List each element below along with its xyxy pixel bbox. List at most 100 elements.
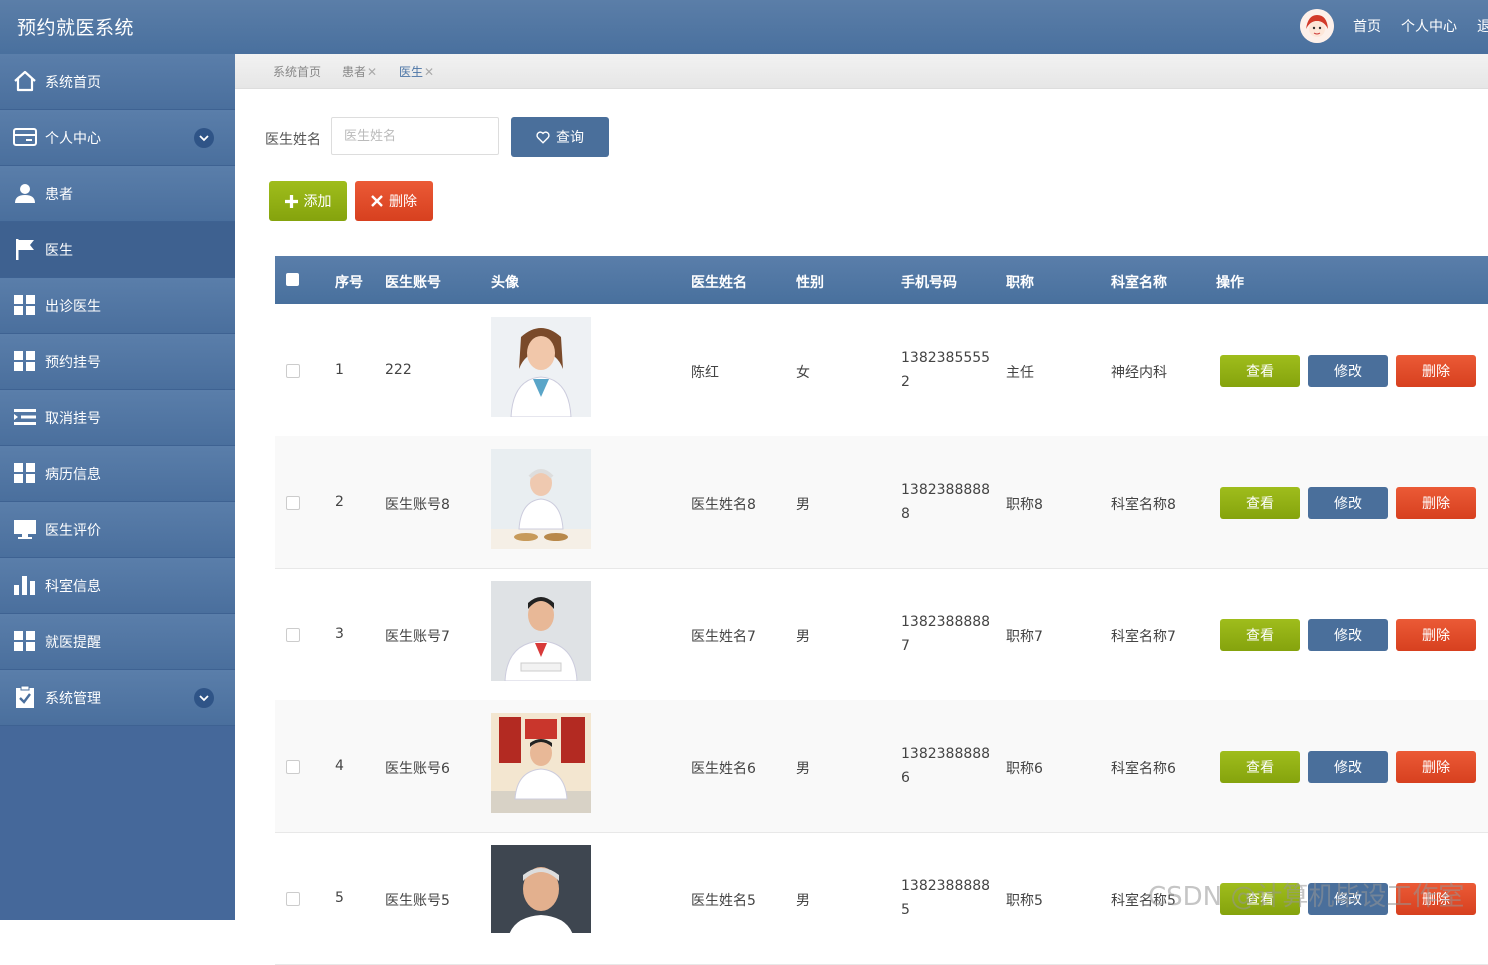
sidebar-item-appointment[interactable]: 预约挂号 (0, 334, 235, 390)
watermark: CSDN @计算机毕设工作室 (1148, 882, 1465, 912)
sidebar-item-label: 病历信息 (45, 467, 101, 483)
edit-button[interactable]: 修改 (1308, 751, 1388, 783)
crumb-doctor[interactable]: 医生✕ (399, 63, 434, 80)
cell-index: 4 (335, 758, 344, 774)
view-button[interactable]: 查看 (1220, 487, 1300, 519)
delete-button[interactable]: 删除 (1396, 751, 1476, 783)
chevron-down-icon[interactable] (194, 128, 214, 148)
sidebar-item-label: 科室信息 (45, 579, 101, 595)
crumb-patient[interactable]: 患者✕ (342, 63, 377, 80)
cell-name: 医生姓名6 (691, 761, 756, 777)
delete-button[interactable]: 删除 (1396, 619, 1476, 651)
top-bar: 预约就医系统 首页 个人中心 退 (0, 0, 1488, 54)
edit-button[interactable]: 修改 (1308, 619, 1388, 651)
search-label: 医生姓名 (265, 132, 321, 148)
col-account: 医生账号 (385, 275, 441, 291)
grid-icon (14, 631, 35, 651)
table-row: 2 医生账号8 医生姓名8 男 1382388888 8 职称8 科室名称8 查看… (275, 436, 1488, 569)
bar-chart-icon (14, 576, 35, 595)
top-nav-profile[interactable]: 个人中心 (1401, 16, 1457, 36)
sidebar-item-label: 个人中心 (45, 131, 101, 147)
top-nav-logout[interactable]: 退 (1477, 16, 1488, 36)
doctor-name-search-input[interactable] (331, 117, 499, 155)
cell-account: 医生账号7 (385, 629, 450, 645)
sidebar-item-doctor-review[interactable]: 医生评价 (0, 502, 235, 558)
cell-dept: 科室名称7 (1111, 629, 1176, 645)
row-checkbox[interactable] (286, 628, 300, 642)
col-title: 职称 (1006, 275, 1034, 291)
top-nav-home[interactable]: 首页 (1353, 16, 1381, 36)
close-icon[interactable]: ✕ (424, 65, 434, 79)
sidebar-item-medical-record[interactable]: 病历信息 (0, 446, 235, 502)
select-all-checkbox[interactable] (286, 273, 299, 286)
delete-button[interactable]: 删除 (1396, 487, 1476, 519)
list-indent-icon (14, 409, 36, 425)
cell-account: 医生账号8 (385, 497, 450, 513)
sidebar-item-doctor[interactable]: 医生 (0, 222, 235, 278)
cell-phone: 1382388888 5 (901, 878, 991, 918)
cell-dept: 科室名称8 (1111, 497, 1176, 513)
view-button[interactable]: 查看 (1220, 619, 1300, 651)
close-icon[interactable]: ✕ (367, 65, 377, 79)
sidebar-item-department[interactable]: 科室信息 (0, 558, 235, 614)
cell-gender: 男 (796, 629, 810, 645)
cell-dept: 科室名称6 (1111, 761, 1176, 777)
row-checkbox[interactable] (286, 364, 300, 378)
user-icon (15, 184, 35, 203)
cell-name: 陈红 (691, 365, 719, 381)
crumb-home[interactable]: 系统首页 (273, 63, 321, 80)
doctor-avatar-photo (491, 449, 591, 549)
cell-phone: 1382388888 8 (901, 482, 991, 522)
query-button[interactable]: 查询 (511, 117, 609, 157)
sidebar-item-patient[interactable]: 患者 (0, 166, 235, 222)
sidebar-item-label: 就医提醒 (45, 635, 101, 651)
cell-account: 222 (385, 362, 412, 378)
cell-index: 3 (335, 626, 344, 642)
sidebar-item-label: 患者 (45, 187, 73, 203)
delete-button[interactable]: 删除 (1396, 355, 1476, 387)
grid-icon (14, 295, 35, 315)
monitor-icon (14, 520, 36, 539)
table-row: 3 医生账号7 医生姓名7 男 1382388888 7 职称7 科室名称7 查看… (275, 568, 1488, 701)
view-button[interactable]: 查看 (1220, 355, 1300, 387)
cell-gender: 女 (796, 365, 810, 381)
cell-phone: 1382385555 2 (901, 350, 991, 390)
row-checkbox[interactable] (286, 760, 300, 774)
sidebar-item-cancel-appointment[interactable]: 取消挂号 (0, 390, 235, 446)
sidebar-item-home[interactable]: 系统首页 (0, 54, 235, 110)
plus-icon (284, 194, 298, 208)
row-checkbox[interactable] (286, 496, 300, 510)
row-checkbox[interactable] (286, 892, 300, 906)
sidebar-item-label: 医生评价 (45, 523, 101, 539)
cell-name: 医生姓名8 (691, 497, 756, 513)
sidebar-item-system[interactable]: 系统管理 (0, 670, 235, 726)
cell-title: 职称5 (1006, 893, 1043, 909)
cell-account: 医生账号5 (385, 893, 450, 909)
col-phone: 手机号码 (901, 275, 957, 291)
app-title: 预约就医系统 (17, 17, 135, 39)
user-avatar[interactable] (1300, 9, 1334, 43)
cell-index: 1 (335, 362, 344, 378)
sidebar-item-profile[interactable]: 个人中心 (0, 110, 235, 166)
cell-phone: 1382388888 6 (901, 746, 991, 786)
table-row: 1 222 陈红 女 1382385555 2 主任 神经内科 查看 修改 删除 (275, 304, 1488, 437)
sidebar-item-label: 预约挂号 (45, 355, 101, 371)
edit-button[interactable]: 修改 (1308, 355, 1388, 387)
sidebar-item-reminder[interactable]: 就医提醒 (0, 614, 235, 670)
cell-account: 医生账号6 (385, 761, 450, 777)
cell-title: 职称8 (1006, 497, 1043, 513)
cell-title: 职称6 (1006, 761, 1043, 777)
batch-delete-button[interactable]: 删除 (355, 181, 433, 221)
view-button[interactable]: 查看 (1220, 751, 1300, 783)
doctor-avatar-photo (491, 317, 591, 417)
edit-button[interactable]: 修改 (1308, 487, 1388, 519)
sidebar-item-label: 系统首页 (45, 75, 101, 91)
grid-icon (14, 351, 35, 371)
cell-phone: 1382388888 7 (901, 614, 991, 654)
chevron-down-icon[interactable] (194, 688, 214, 708)
cell-gender: 男 (796, 893, 810, 909)
add-button[interactable]: 添加 (269, 181, 347, 221)
sidebar-item-label: 取消挂号 (45, 411, 101, 427)
table-row: 4 医生账号6 医生姓名6 男 1382388888 6 职称6 科室名称6 查看… (275, 700, 1488, 833)
sidebar-item-visiting-doctor[interactable]: 出诊医生 (0, 278, 235, 334)
